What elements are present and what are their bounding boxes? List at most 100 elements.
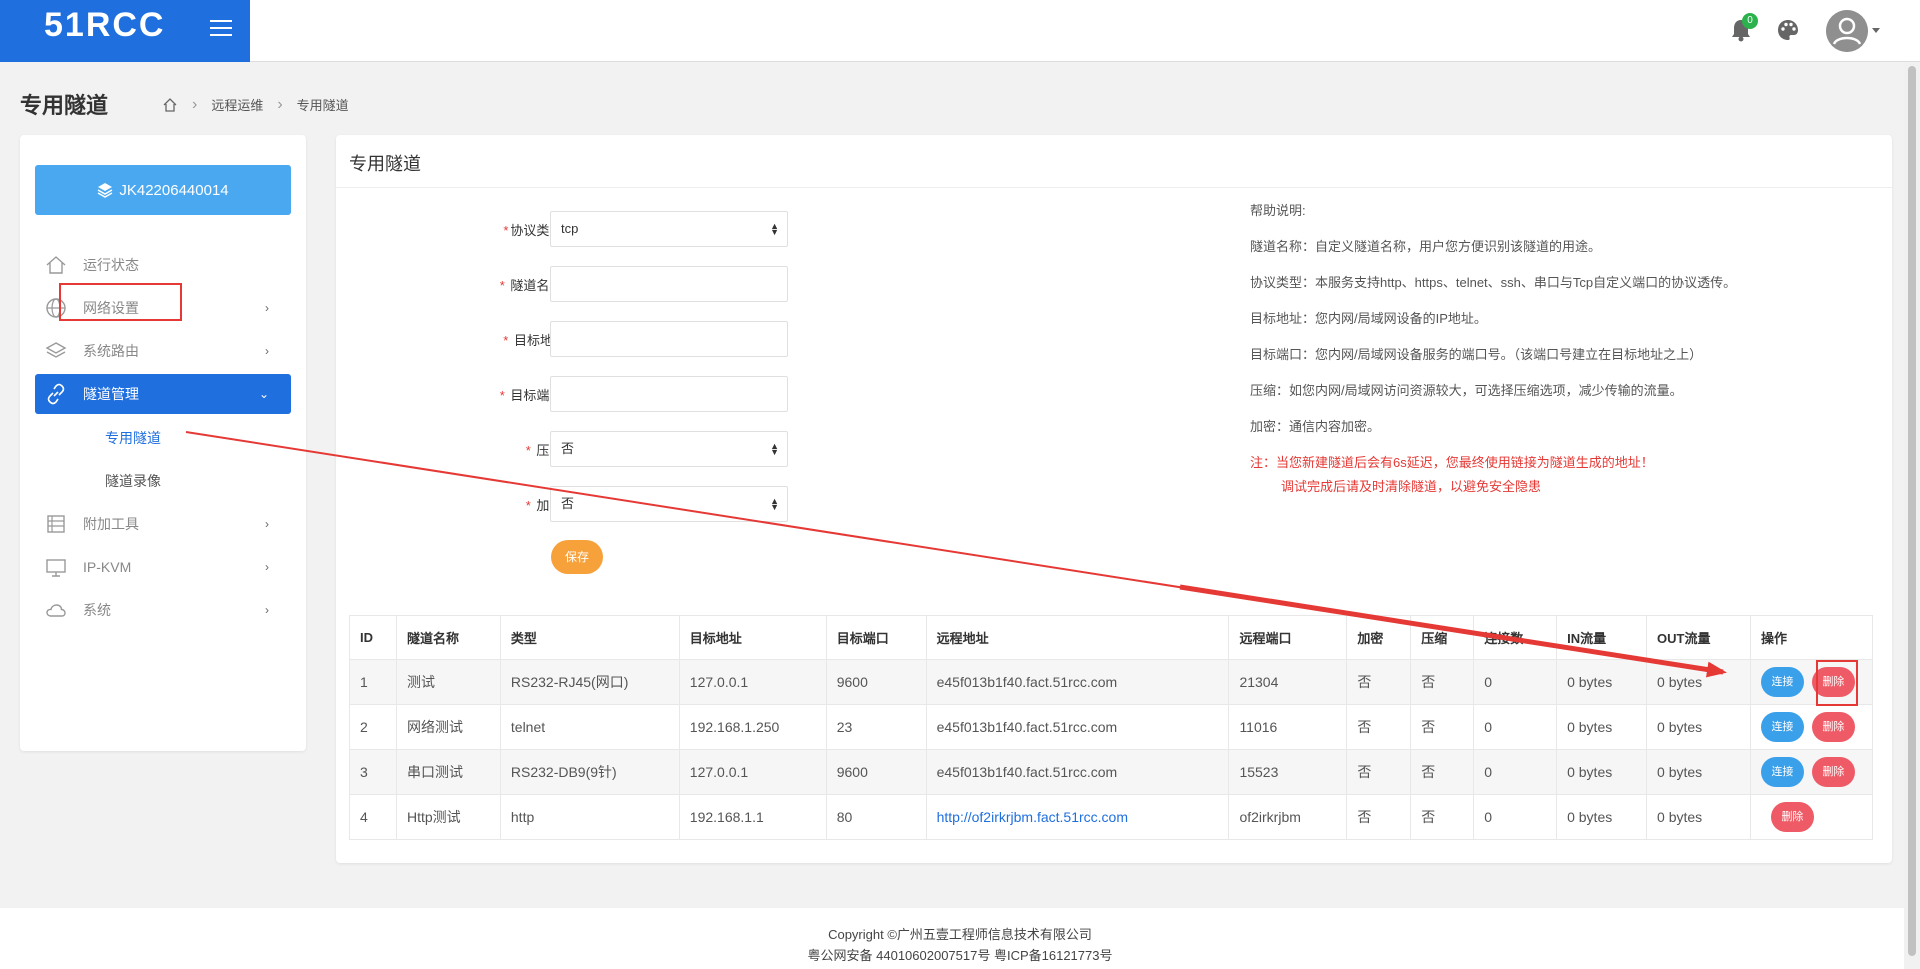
home-icon	[46, 255, 66, 274]
cell-in-traffic: 0 bytes	[1556, 749, 1648, 795]
compress-select[interactable]: 否 ▲ ▼	[550, 431, 788, 467]
form-row-target-port: * 目标端口:	[336, 376, 1136, 412]
help-section: 帮助说明: 隧道名称：自定义隧道名称，用户您方便识别该隧道的用途。 协议类型：本…	[1250, 201, 1736, 513]
cell-compress: 否	[1410, 794, 1475, 840]
table-header-row: ID 隧道名称 类型 目标地址 目标端口 远程地址 远程端口 加密 压缩 连接数…	[349, 615, 1874, 660]
cell-actions: 连接 删除	[1749, 704, 1874, 750]
table-row: 2 网络测试 telnet 192.168.1.250 23 e45f013b1…	[349, 704, 1874, 750]
cell-compress: 否	[1410, 659, 1475, 705]
sidebar-item-label: IP-KVM	[83, 558, 132, 575]
highlight-annotation-box	[59, 283, 182, 321]
delete-highlight-annotation-box	[1816, 660, 1858, 706]
home-icon[interactable]	[162, 97, 178, 113]
cell-id: 2	[349, 704, 397, 750]
column-header: 压缩	[1410, 615, 1475, 660]
remote-link[interactable]: http://of2irkrjbm.fact.51rcc.com	[937, 809, 1128, 825]
help-warning: 注：当您新建隧道后会有6s延迟，您最终使用链接为隧道生成的地址！	[1250, 455, 1654, 470]
cell-remote: e45f013b1f40.fact.51rcc.com	[925, 749, 1230, 795]
cell-connections: 0	[1473, 659, 1558, 705]
cloud-icon	[46, 603, 66, 617]
monitor-icon	[46, 558, 66, 577]
breadcrumb: › 远程运维 › 专用隧道	[162, 95, 349, 114]
column-header: 操作	[1749, 615, 1874, 660]
scrollbar-thumb[interactable]	[1908, 66, 1916, 956]
top-bar: 51RCC 0	[0, 0, 1920, 62]
form-row-name: * 隧道名称:	[336, 266, 1136, 302]
cell-port: 80	[825, 794, 927, 840]
user-avatar-icon[interactable]	[1826, 10, 1868, 52]
delete-button[interactable]: 删除	[1811, 712, 1855, 742]
target-port-input[interactable]	[550, 376, 788, 412]
connect-button[interactable]: 连接	[1760, 667, 1804, 697]
encrypt-select[interactable]: 否 ▲ ▼	[550, 486, 788, 522]
save-button[interactable]: 保存	[551, 540, 603, 574]
sidebar-item-status[interactable]: 运行状态	[35, 243, 291, 286]
toolbox-icon	[47, 514, 65, 533]
form-row-compress: * 压缩: 否▲▼	[336, 431, 1136, 467]
cell-remote: e45f013b1f40.fact.51rcc.com	[925, 704, 1230, 750]
cell-connections: 0	[1473, 749, 1558, 795]
cell-port: 9600	[825, 749, 927, 795]
cell-actions: 删除	[1749, 794, 1874, 840]
tunnel-name-input[interactable]	[550, 266, 788, 302]
cell-actions: 连接 删除	[1749, 749, 1874, 795]
connect-button[interactable]: 连接	[1760, 757, 1804, 787]
cell-id: 4	[349, 794, 397, 840]
cell-remote: http://of2irkrjbm.fact.51rcc.com	[925, 794, 1230, 840]
form-row-protocol: * 协议类型: tcp ▲ ▼	[336, 211, 1136, 247]
cell-in-traffic: 0 bytes	[1556, 659, 1648, 705]
chevron-right-icon: ›	[265, 300, 269, 315]
cell-remote-port: 21304	[1228, 659, 1348, 705]
device-button[interactable]: JK42206440014	[35, 165, 291, 215]
chevron-right-icon: ›	[265, 343, 269, 358]
chevron-down-icon[interactable]	[1872, 28, 1880, 33]
breadcrumb-separator: ›	[192, 95, 198, 113]
sidebar-subitem-dedicated-tunnel[interactable]: 专用隧道	[35, 416, 291, 459]
delete-button[interactable]: 删除	[1770, 802, 1814, 832]
sidebar-item-routing[interactable]: 系统路由 ›	[35, 329, 291, 372]
breadcrumb-item-remote-ops[interactable]: 远程运维	[211, 95, 263, 114]
sidebar-item-tunnel-management[interactable]: 隧道管理 ⌄	[35, 374, 291, 414]
column-header: 远程地址	[925, 615, 1230, 660]
cell-remote: e45f013b1f40.fact.51rcc.com	[925, 659, 1230, 705]
protocol-select[interactable]: tcp ▲ ▼	[550, 211, 788, 247]
cell-target: 127.0.0.1	[678, 749, 827, 795]
column-header: 目标端口	[825, 615, 927, 660]
delete-button[interactable]: 删除	[1811, 757, 1855, 787]
column-header: ID	[349, 615, 397, 660]
form-row-target-address: * 目标地址	[336, 321, 1136, 357]
cell-type: http	[499, 794, 680, 840]
main-panel: 专用隧道 * 协议类型: tcp ▲ ▼ * 隧道名称: * 目标地址 * 目标端口:…	[336, 135, 1892, 863]
target-address-input[interactable]	[550, 321, 788, 357]
palette-icon[interactable]	[1776, 18, 1800, 42]
help-line: 目标端口：您内网/局域网设备服务的端口号。（该端口号建立在目标地址之上）	[1250, 347, 1703, 362]
logo-area: 51RCC	[0, 0, 250, 62]
cell-id: 3	[349, 749, 397, 795]
cell-out-traffic: 0 bytes	[1646, 704, 1751, 750]
sidebar-item-label: 隧道管理	[83, 386, 139, 402]
menu-toggle-icon[interactable]	[210, 20, 232, 38]
sidebar-subitem-tunnel-recording[interactable]: 隧道录像	[35, 459, 291, 502]
sidebar: JK42206440014 运行状态 网络设置 › 系统路由 › 隧道管理 ⌄ …	[20, 135, 306, 751]
sidebar-item-system[interactable]: 系统 ›	[35, 588, 291, 631]
sidebar-item-ipkvm[interactable]: IP-KVM ›	[35, 545, 291, 588]
connect-button[interactable]: 连接	[1760, 712, 1804, 742]
column-header: 连接数	[1473, 615, 1558, 660]
column-header: OUT流量	[1646, 615, 1751, 660]
main-title: 专用隧道	[349, 154, 421, 174]
notification-badge: 0	[1742, 13, 1758, 29]
column-header: 远程端口	[1228, 615, 1348, 660]
scrollbar[interactable]	[1904, 62, 1920, 969]
logo[interactable]: 51RCC	[44, 6, 165, 45]
cell-out-traffic: 0 bytes	[1646, 749, 1751, 795]
sidebar-item-label: 附加工具	[83, 515, 139, 532]
cell-in-traffic: 0 bytes	[1556, 704, 1648, 750]
cell-remote-port: 15523	[1228, 749, 1348, 795]
cell-remote-port: of2irkrjbm	[1228, 794, 1348, 840]
tunnel-table: ID 隧道名称 类型 目标地址 目标端口 远程地址 远程端口 加密 压缩 连接数…	[349, 615, 1874, 840]
sidebar-item-tools[interactable]: 附加工具 ›	[35, 502, 291, 545]
cell-target: 192.168.1.1	[678, 794, 827, 840]
form-row-encrypt: * 加密: 否▲▼	[336, 486, 1136, 522]
cell-port: 9600	[825, 659, 927, 705]
cell-connections: 0	[1473, 704, 1558, 750]
